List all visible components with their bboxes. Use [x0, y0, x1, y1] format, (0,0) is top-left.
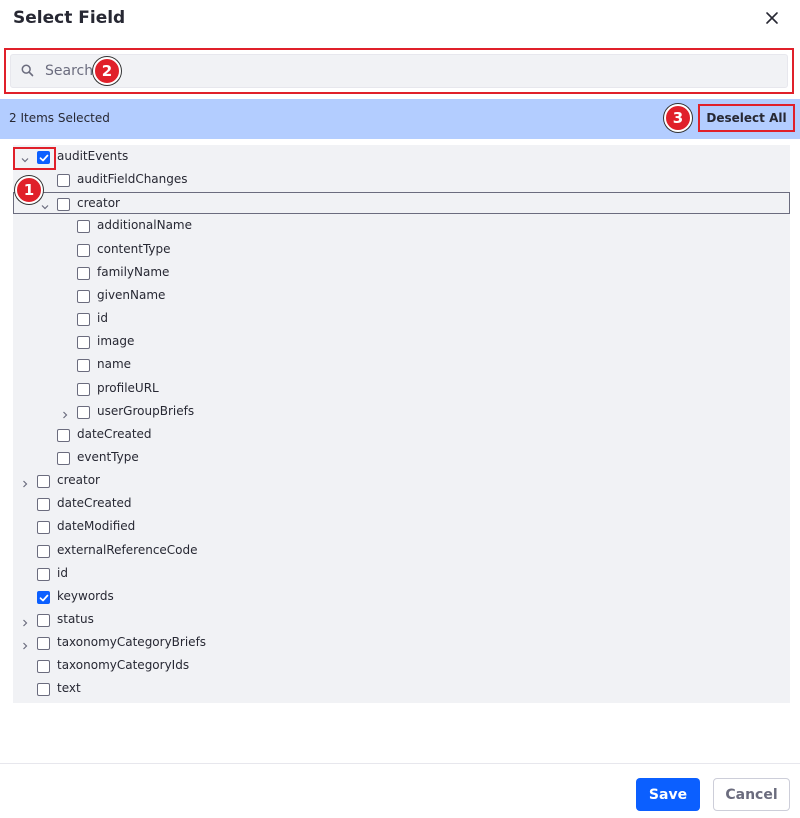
field-checkbox[interactable] [57, 452, 70, 465]
chevron-down-icon[interactable] [39, 198, 51, 210]
deselect-all-highlight: Deselect All [698, 104, 795, 132]
field-checkbox[interactable] [57, 174, 70, 187]
search-input[interactable] [41, 57, 781, 85]
field-label: givenName [97, 288, 166, 302]
tree-row[interactable]: externalReferenceCode [13, 540, 790, 562]
field-label: dateModified [57, 519, 136, 533]
expand-checkbox-highlight [13, 147, 56, 170]
field-label: auditEvents [57, 149, 129, 163]
field-label: eventType [77, 450, 139, 464]
field-checkbox[interactable] [77, 313, 90, 326]
field-checkbox[interactable] [37, 568, 50, 581]
tree-row[interactable]: additionalName [13, 215, 790, 237]
tree-row[interactable]: dateCreated [13, 424, 790, 446]
field-label: profileURL [97, 381, 159, 395]
tree-row[interactable]: creator [13, 192, 790, 214]
tree-row[interactable]: auditFieldChanges [13, 169, 790, 191]
check-icon [39, 594, 49, 602]
tree-row[interactable]: eventType [13, 447, 790, 469]
field-label: externalReferenceCode [57, 543, 198, 557]
field-label: additionalName [97, 218, 192, 232]
field-checkbox[interactable] [37, 614, 50, 627]
field-label: creator [77, 196, 120, 210]
tree-row[interactable]: dateCreated [13, 493, 790, 515]
field-checkbox[interactable] [77, 406, 90, 419]
field-label: status [57, 612, 94, 626]
field-label: familyName [97, 265, 170, 279]
field-tree: auditEvents auditFieldChanges creator addit… [13, 145, 790, 703]
tree-row[interactable]: givenName [13, 285, 790, 307]
field-label: auditFieldChanges [77, 172, 188, 186]
selection-count: 2 Items Selected [9, 111, 110, 125]
callout-badge-2: 2 [93, 57, 121, 85]
callout-badge-3: 3 [664, 104, 692, 132]
tree-row[interactable]: text [13, 678, 790, 700]
field-checkbox[interactable] [37, 475, 50, 488]
field-checkbox[interactable] [37, 498, 50, 511]
save-button[interactable]: Save [636, 778, 700, 811]
field-checkbox[interactable] [37, 545, 50, 558]
close-button[interactable] [760, 6, 784, 30]
tree-row[interactable]: name [13, 354, 790, 376]
callout-badge-1: 1 [15, 176, 43, 204]
tree-row[interactable]: id [13, 308, 790, 330]
field-checkbox[interactable] [77, 359, 90, 372]
search-box [10, 54, 788, 88]
field-checkbox[interactable] [37, 683, 50, 696]
tree-row[interactable]: image [13, 331, 790, 353]
search-highlight [4, 48, 794, 94]
field-checkbox[interactable] [77, 244, 90, 257]
field-checkbox[interactable] [77, 290, 90, 303]
field-label: userGroupBriefs [97, 404, 195, 418]
field-checkbox[interactable] [57, 429, 70, 442]
field-label: name [97, 357, 132, 371]
field-checkbox[interactable] [77, 336, 90, 349]
field-checkbox[interactable] [37, 591, 50, 604]
dialog-title: Select Field [13, 8, 126, 28]
field-label: contentType [97, 242, 171, 256]
close-icon [766, 12, 778, 24]
field-label: id [97, 311, 108, 325]
footer-divider [0, 763, 800, 764]
tree-row[interactable]: status [13, 609, 790, 631]
selection-count-label: Items Selected [20, 111, 110, 125]
field-checkbox[interactable] [57, 198, 70, 211]
chevron-right-icon[interactable] [19, 637, 31, 650]
chevron-right-icon[interactable] [19, 475, 31, 488]
field-label: text [57, 681, 81, 695]
dialog-header: Select Field [0, 0, 800, 40]
field-checkbox[interactable] [77, 383, 90, 396]
deselect-all-button[interactable]: Deselect All [700, 106, 793, 130]
tree-row[interactable]: dateModified [13, 516, 790, 538]
tree-row[interactable]: taxonomyCategoryBriefs [13, 632, 790, 654]
field-checkbox[interactable] [37, 637, 50, 650]
field-checkbox[interactable] [77, 220, 90, 233]
search-icon [21, 64, 34, 77]
field-label: dateCreated [57, 496, 132, 510]
cancel-button[interactable]: Cancel [713, 778, 790, 811]
field-label: taxonomyCategoryBriefs [57, 635, 207, 649]
field-label: id [57, 566, 68, 580]
field-label: image [97, 334, 135, 348]
tree-row[interactable]: auditEvents [13, 146, 790, 168]
tree-row[interactable]: contentType [13, 239, 790, 261]
tree-row[interactable]: creator [13, 470, 790, 492]
tree-row[interactable]: id [13, 563, 790, 585]
tree-row[interactable]: familyName [13, 262, 790, 284]
field-checkbox[interactable] [37, 521, 50, 534]
chevron-right-icon[interactable] [19, 614, 31, 627]
selection-count-number: 2 [9, 111, 17, 125]
field-checkbox[interactable] [37, 660, 50, 673]
field-label: taxonomyCategoryIds [57, 658, 190, 672]
tree-row[interactable]: taxonomyCategoryIds [13, 655, 790, 677]
field-label: dateCreated [77, 427, 152, 441]
tree-row[interactable]: profileURL [13, 378, 790, 400]
tree-row[interactable]: userGroupBriefs [13, 401, 790, 423]
field-checkbox[interactable] [77, 267, 90, 280]
field-label: creator [57, 473, 100, 487]
chevron-right-icon[interactable] [59, 406, 71, 419]
tree-row[interactable]: keywords [13, 586, 790, 608]
field-label: keywords [57, 589, 114, 603]
